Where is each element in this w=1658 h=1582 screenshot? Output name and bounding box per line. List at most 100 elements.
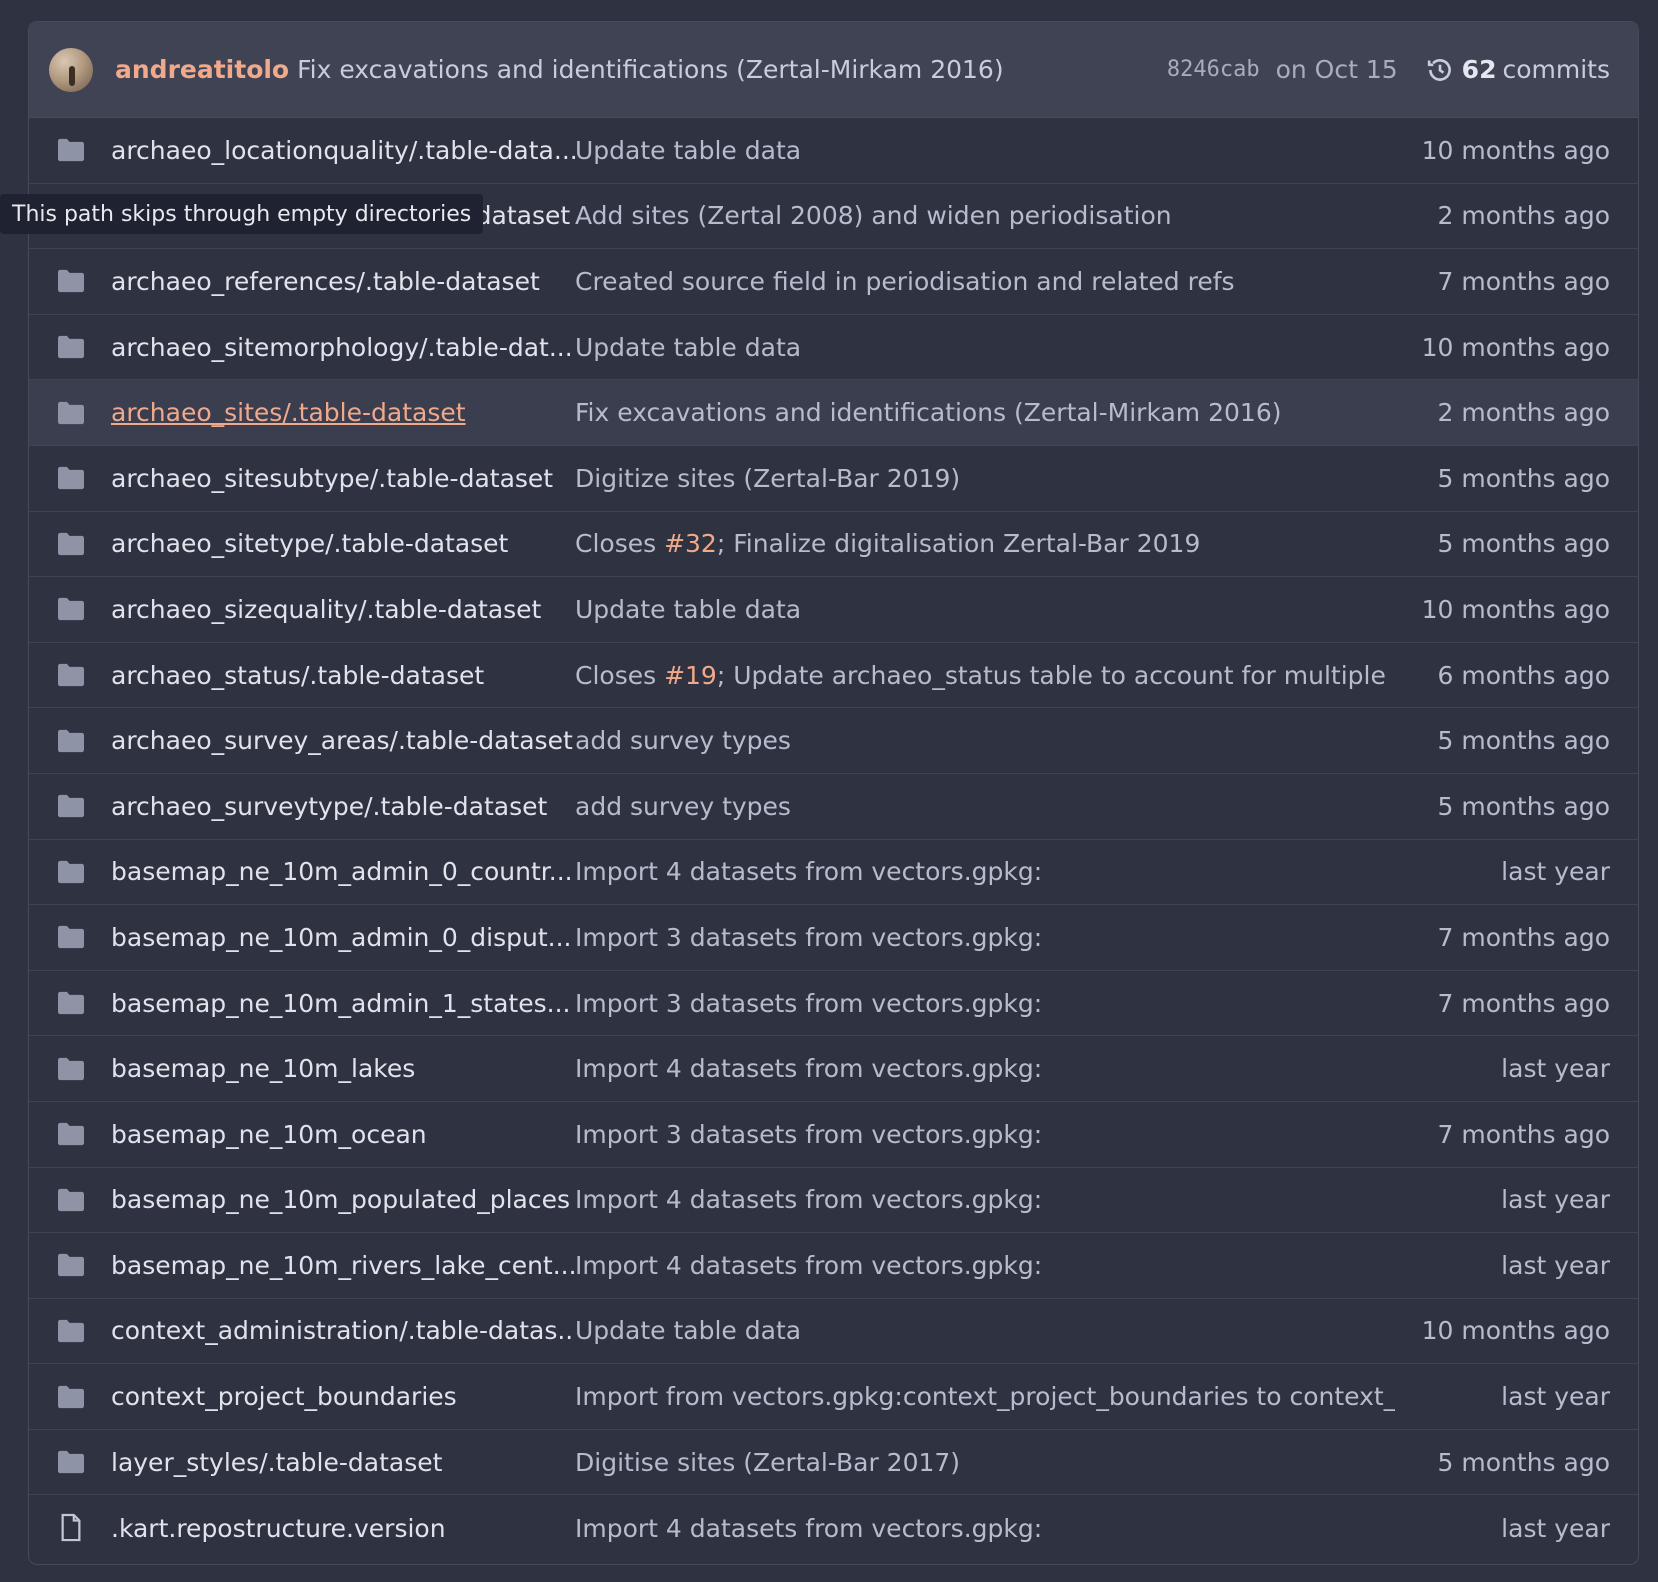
file-row[interactable]: archaeo_sitetype/.table-dataset Closes #3… [29, 512, 1638, 578]
folder-icon [55, 1056, 87, 1082]
folder-icon [55, 990, 87, 1016]
file-name-link[interactable]: basemap_ne_10m_populated_places [111, 1185, 575, 1214]
file-row[interactable]: layer_styles/.table-dataset Digitise site… [29, 1430, 1638, 1496]
commit-time: 5 months ago [1437, 529, 1610, 559]
file-row[interactable]: archaeo_surveytype/.table-dataset add sur… [29, 774, 1638, 840]
commit-sha-link[interactable]: 8246cab [1167, 57, 1260, 82]
row-commit-message[interactable]: add survey types [575, 726, 1395, 755]
file-row[interactable]: .kart.repostructure.version Import 4 data… [29, 1495, 1638, 1561]
latest-commit-header: andreatitolo Fix excavations and identif… [29, 22, 1638, 118]
row-commit-message[interactable]: Import 4 datasets from vectors.gpkg: [575, 1054, 1395, 1083]
issue-link[interactable]: #19 [664, 661, 717, 690]
row-commit-message[interactable]: Import 4 datasets from vectors.gpkg: [575, 1185, 1395, 1214]
file-row[interactable]: basemap_ne_10m_admin_1_states... Import 3… [29, 971, 1638, 1037]
file-row[interactable]: context_project_boundaries Import from ve… [29, 1364, 1638, 1430]
file-name-link[interactable]: archaeo_sizequality/.table-dataset [111, 595, 575, 624]
row-commit-message[interactable]: Import 4 datasets from vectors.gpkg: [575, 1251, 1395, 1280]
file-name-link[interactable]: archaeo_sitemorphology/.table-dat... [111, 333, 575, 362]
commit-message-text[interactable]: Closes [575, 529, 664, 558]
file-name-link[interactable]: archaeo_status/.table-dataset [111, 661, 575, 690]
row-commit-message[interactable]: Update table data [575, 1316, 1395, 1345]
commit-time: 2 months ago [1437, 201, 1610, 231]
row-commit-message[interactable]: Fix excavations and identifications (Zer… [575, 398, 1395, 427]
avatar[interactable] [49, 47, 93, 92]
row-commit-message[interactable]: Update table data [575, 595, 1395, 624]
file-row[interactable]: basemap_ne_10m_ocean Import 3 datasets fr… [29, 1102, 1638, 1168]
commit-time: last year [1501, 1250, 1610, 1280]
file-row[interactable]: basemap_ne_10m_populated_places Import 4 … [29, 1168, 1638, 1234]
folder-icon [55, 1384, 87, 1410]
row-commit-message[interactable]: Created source field in periodisation an… [575, 267, 1395, 296]
folder-icon [55, 1449, 87, 1475]
file-row[interactable]: archaeo_locationquality/.table-data... Up… [29, 118, 1638, 184]
file-name-link[interactable]: basemap_ne_10m_rivers_lake_cent... [111, 1251, 575, 1280]
file-name-link[interactable]: archaeo_survey_areas/.table-dataset [111, 726, 575, 755]
file-list-box: andreatitolo Fix excavations and identif… [28, 21, 1639, 1565]
commit-time: 5 months ago [1437, 726, 1610, 756]
commit-message-text[interactable]: ; Finalize digitalisation Zertal-Bar 201… [717, 529, 1201, 558]
file-name-link[interactable]: archaeo_sitetype/.table-dataset [111, 529, 575, 558]
commit-time: last year [1501, 1185, 1610, 1215]
file-name-link[interactable]: basemap_ne_10m_admin_0_disput... [111, 923, 575, 952]
file-name-link[interactable]: context_project_boundaries [111, 1382, 575, 1411]
row-commit-message[interactable]: Digitize sites (Zertal-Bar 2019) [575, 464, 1395, 493]
commit-time: 7 months ago [1437, 922, 1610, 952]
commit-author-link[interactable]: andreatitolo [115, 55, 289, 84]
folder-icon [55, 596, 87, 622]
row-commit-message[interactable]: Closes #32; Finalize digitalisation Zert… [575, 529, 1395, 558]
row-commit-message[interactable]: Import 3 datasets from vectors.gpkg: [575, 1120, 1395, 1149]
file-name-link[interactable]: archaeo_surveytype/.table-dataset [111, 792, 575, 821]
commit-count: 62 [1461, 55, 1497, 84]
row-commit-message[interactable]: Import 4 datasets from vectors.gpkg: [575, 1514, 1395, 1543]
row-commit-message[interactable]: Update table data [575, 333, 1395, 362]
row-commit-message[interactable]: Import 3 datasets from vectors.gpkg: [575, 989, 1395, 1018]
file-name-link[interactable]: .kart.repostructure.version [111, 1514, 575, 1543]
file-rows: archaeo_locationquality/.table-data... Up… [29, 118, 1638, 1561]
file-row[interactable]: archaeo_references/.table-dataset Created… [29, 249, 1638, 315]
row-commit-message[interactable]: Import from vectors.gpkg:context_project… [575, 1382, 1395, 1411]
file-row[interactable]: context_administration/.table-datas... Up… [29, 1299, 1638, 1365]
file-row[interactable]: basemap_ne_10m_admin_0_countr... Import 4… [29, 840, 1638, 906]
commit-message-text[interactable]: Closes [575, 661, 664, 690]
file-row[interactable]: archaeo_sitesubtype/.table-dataset Digiti… [29, 446, 1638, 512]
issue-link[interactable]: #32 [664, 529, 717, 558]
row-commit-message[interactable]: Closes #19; Update archaeo_status table … [575, 661, 1395, 690]
file-name-link[interactable]: basemap_ne_10m_admin_0_countr... [111, 857, 575, 886]
file-row[interactable]: basemap_ne_10m_rivers_lake_cent... Import… [29, 1233, 1638, 1299]
file-row[interactable]: basemap_ne_10m_admin_0_disput... Import 3… [29, 905, 1638, 971]
file-row[interactable]: archaeo_survey_areas/.table-dataset add s… [29, 708, 1638, 774]
folder-icon [55, 859, 87, 885]
file-row[interactable]: archaeo_status/.table-dataset Closes #19;… [29, 643, 1638, 709]
file-row[interactable]: basemap_ne_10m_lakes Import 4 datasets fr… [29, 1036, 1638, 1102]
file-name-link[interactable]: layer_styles/.table-dataset [111, 1448, 575, 1477]
commit-time: 10 months ago [1421, 594, 1610, 624]
row-commit-message[interactable]: Import 4 datasets from vectors.gpkg: [575, 857, 1395, 886]
file-name-link[interactable]: basemap_ne_10m_admin_1_states... [111, 989, 575, 1018]
commit-message-text[interactable]: ; Update archaeo_status table to account… [717, 661, 1395, 690]
file-name-link[interactable]: basemap_ne_10m_lakes [111, 1054, 575, 1083]
file-row[interactable]: archaeo_sites/.table-dataset Fix excavati… [29, 380, 1638, 446]
row-commit-message[interactable]: Import 3 datasets from vectors.gpkg: [575, 923, 1395, 952]
commit-date: on Oct 15 [1275, 55, 1398, 84]
file-row[interactable]: archaeo_sitemorphology/.table-dat... Upda… [29, 315, 1638, 381]
commit-time: 7 months ago [1437, 266, 1610, 296]
file-name-link[interactable]: archaeo_sites/.table-dataset [111, 398, 575, 427]
file-name-link[interactable]: archaeo_references/.table-dataset [111, 267, 575, 296]
latest-commit-message[interactable]: Fix excavations and identifications (Zer… [297, 55, 1003, 84]
commit-time: last year [1501, 1054, 1610, 1084]
commit-time: 10 months ago [1421, 135, 1610, 165]
row-commit-message[interactable]: add survey types [575, 792, 1395, 821]
commit-time: 6 months ago [1437, 660, 1610, 690]
commit-time: 10 months ago [1421, 1316, 1610, 1346]
row-commit-message[interactable]: Add sites (Zertal 2008) and widen period… [575, 201, 1395, 230]
folder-icon [55, 137, 87, 163]
file-name-link[interactable]: basemap_ne_10m_ocean [111, 1120, 575, 1149]
row-commit-message[interactable]: Digitise sites (Zertal-Bar 2017) [575, 1448, 1395, 1477]
file-name-link[interactable]: context_administration/.table-datas... [111, 1316, 575, 1345]
file-name-link[interactable]: archaeo_sitesubtype/.table-dataset [111, 464, 575, 493]
file-icon [55, 1513, 87, 1543]
file-name-link[interactable]: archaeo_locationquality/.table-data... [111, 136, 575, 165]
commits-link[interactable]: 62 commits [1426, 55, 1610, 84]
file-row[interactable]: archaeo_sizequality/.table-dataset Update… [29, 577, 1638, 643]
row-commit-message[interactable]: Update table data [575, 136, 1395, 165]
